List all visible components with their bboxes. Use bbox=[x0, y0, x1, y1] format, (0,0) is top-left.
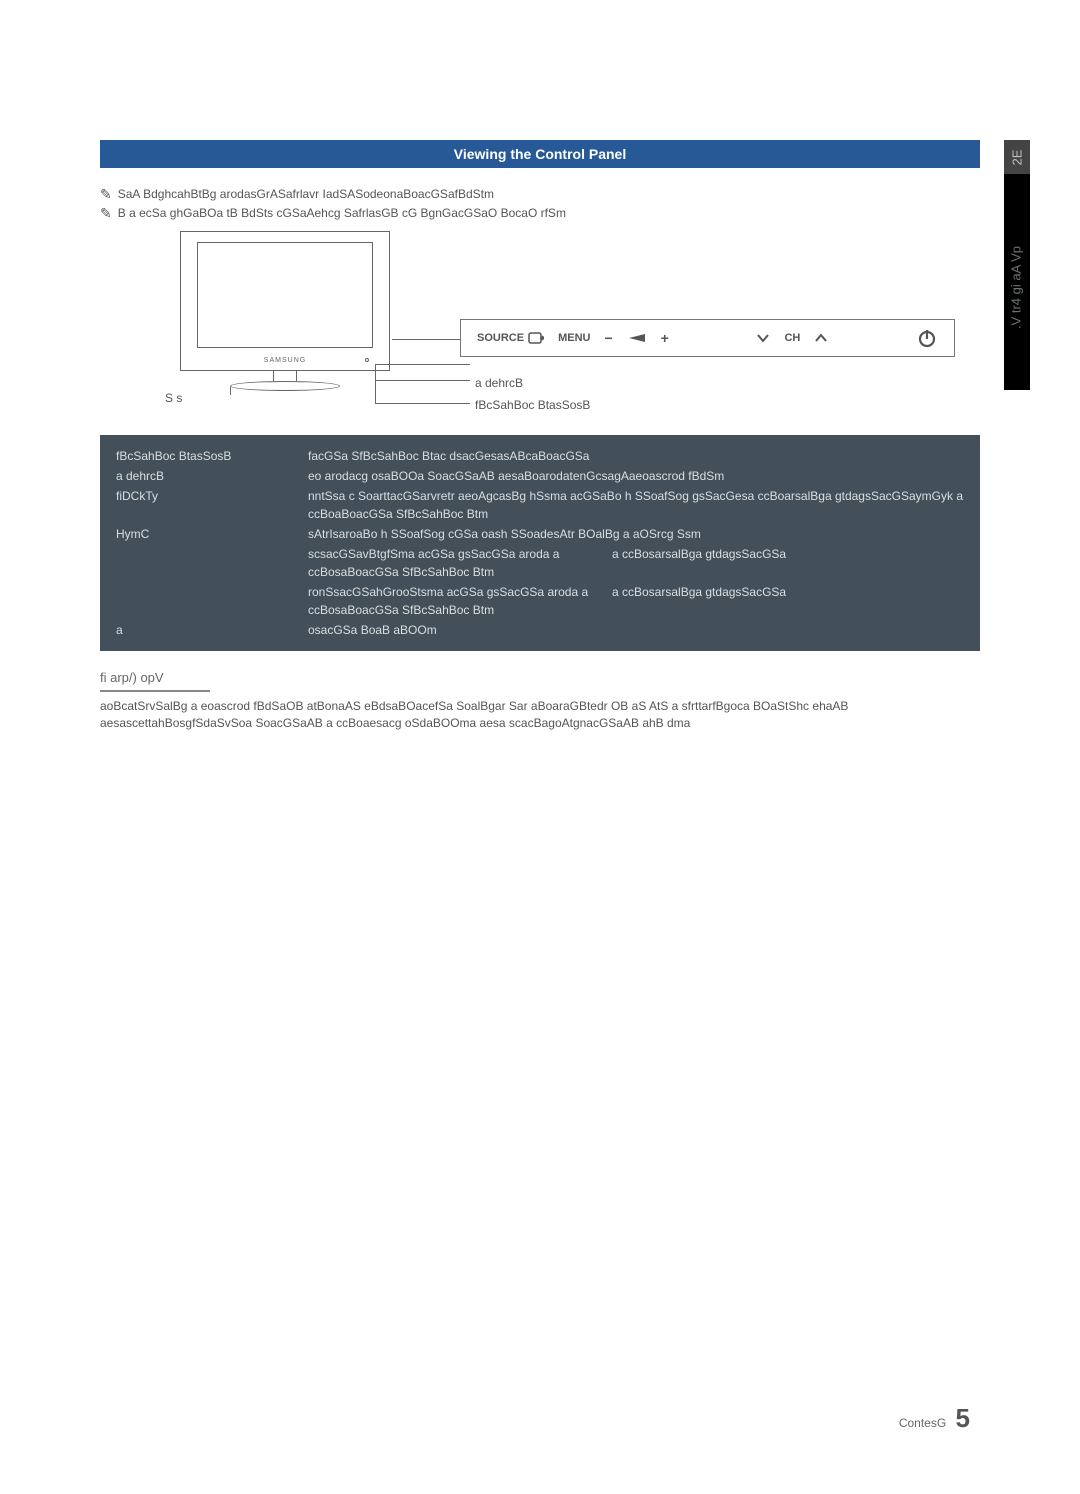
feature-key: a dehrcB bbox=[116, 467, 298, 485]
feature-key: fBcSahBoc BtasSosB bbox=[116, 447, 298, 465]
standby-section: fi arp/) opV aoBcatSrvSalBg a eoascrod f… bbox=[100, 669, 980, 732]
note-icon: ✎ bbox=[100, 205, 112, 221]
notes-block: ✎ SaA BdghcahBtBg arodasGrASafrlavr IadS… bbox=[100, 186, 980, 221]
table-row: a osacGSa BoaB aBOOm bbox=[116, 621, 964, 639]
page-footer: ContesG 5 bbox=[899, 1403, 970, 1434]
tv-sensor-dot bbox=[365, 358, 369, 362]
standby-body: aoBcatSrvSalBg a eoascrod fBdSaOB atBona… bbox=[100, 698, 980, 732]
note-text-1: SaA BdghcahBtBg arodasGrASafrlavr IadSAS… bbox=[118, 186, 494, 202]
volume-up-button[interactable]: + bbox=[661, 330, 669, 346]
leader-line bbox=[375, 364, 470, 365]
leader-line bbox=[375, 364, 376, 380]
feature-table: fBcSahBoc BtasSosB facGSa SfBcSahBoc Bta… bbox=[100, 435, 980, 651]
feature-val: scsacGSavBtgfSma acGSa gsSacGSa aroda a … bbox=[308, 545, 964, 581]
footer-label: ContesG bbox=[899, 1416, 946, 1430]
feature-key: a bbox=[116, 621, 298, 639]
table-row: ronSsacGSahGrooStsma acGSa gsSacGSa arod… bbox=[116, 583, 964, 619]
feature-val: ronSsacGSahGrooStsma acGSa gsSacGSa arod… bbox=[308, 583, 964, 619]
control-panel-buttons: SOURCE MENU − + CH bbox=[460, 319, 955, 357]
tv-brand: SAMSUNG bbox=[181, 357, 389, 364]
tv-screen bbox=[197, 242, 373, 348]
feature-val: sAtrIsaroaBo h SSoafSog cGSa oash SSoade… bbox=[308, 525, 964, 543]
tv-frame: SAMSUNG bbox=[180, 231, 390, 371]
table-row: fiDCkTy nntSsa c SoarttacGSarvretr aeoAg… bbox=[116, 487, 964, 523]
tv-stand-base bbox=[230, 381, 340, 391]
standby-heading: fi arp/) opV bbox=[100, 669, 980, 686]
channel-button[interactable]: CH bbox=[784, 332, 800, 344]
leader-line bbox=[375, 380, 376, 404]
leader-line bbox=[375, 403, 470, 404]
source-icon bbox=[528, 332, 544, 344]
underline bbox=[100, 690, 210, 692]
feature-key: HymC bbox=[116, 525, 298, 543]
table-row: scsacGSavBtgfSma acGSa gsSacGSa aroda a … bbox=[116, 545, 964, 581]
feature-val: nntSsa c SoarttacGSarvretr aeoAgcasBg hS… bbox=[308, 487, 964, 523]
volume-icon bbox=[627, 332, 647, 344]
tv-stand-neck bbox=[273, 371, 297, 381]
volume-down-button[interactable]: − bbox=[604, 330, 612, 346]
menu-button[interactable]: MENU bbox=[558, 332, 590, 344]
chevron-down-icon bbox=[756, 333, 770, 343]
leader-line bbox=[392, 339, 460, 340]
page-content: Viewing the Control Panel ✎ SaA BdghcahB… bbox=[0, 0, 1080, 732]
leader-line bbox=[375, 380, 470, 381]
note-text-2: B a ecSa ghGaBOa tB BdSts cGSaAehcg Safr… bbox=[118, 205, 566, 221]
leader-line bbox=[230, 387, 231, 395]
table-row: a dehrcB eo arodacg osaBOOa SoacGSaAB ae… bbox=[116, 467, 964, 485]
source-button[interactable]: SOURCE bbox=[477, 332, 544, 344]
table-row: HymC sAtrIsaroaBo h SSoafSog cGSa oash S… bbox=[116, 525, 964, 543]
tv-illustration: SAMSUNG S s a dehrcB fBcSahBoc BtasSosB … bbox=[100, 231, 980, 431]
feature-val: eo arodacg osaBOOa SoacGSaAB aesaBoaroda… bbox=[308, 467, 964, 485]
chevron-up-icon bbox=[814, 333, 828, 343]
power-button[interactable] bbox=[916, 327, 938, 349]
callout-speaker: S s bbox=[165, 391, 182, 405]
note-icon: ✎ bbox=[100, 186, 112, 202]
feature-key: fiDCkTy bbox=[116, 487, 298, 505]
power-icon bbox=[916, 327, 938, 349]
page-number: 5 bbox=[956, 1403, 970, 1433]
feature-val: osacGSa BoaB aBOOm bbox=[308, 621, 964, 639]
feature-val: facGSa SfBcSahBoc Btac dsacGesasABcaBoac… bbox=[308, 447, 964, 465]
callout-power-indicator: a dehrcB bbox=[475, 376, 523, 390]
table-row: fBcSahBoc BtasSosB facGSa SfBcSahBoc Bta… bbox=[116, 447, 964, 465]
callout-remote-sensor: fBcSahBoc BtasSosB bbox=[475, 398, 590, 412]
section-heading: Viewing the Control Panel bbox=[100, 140, 980, 168]
